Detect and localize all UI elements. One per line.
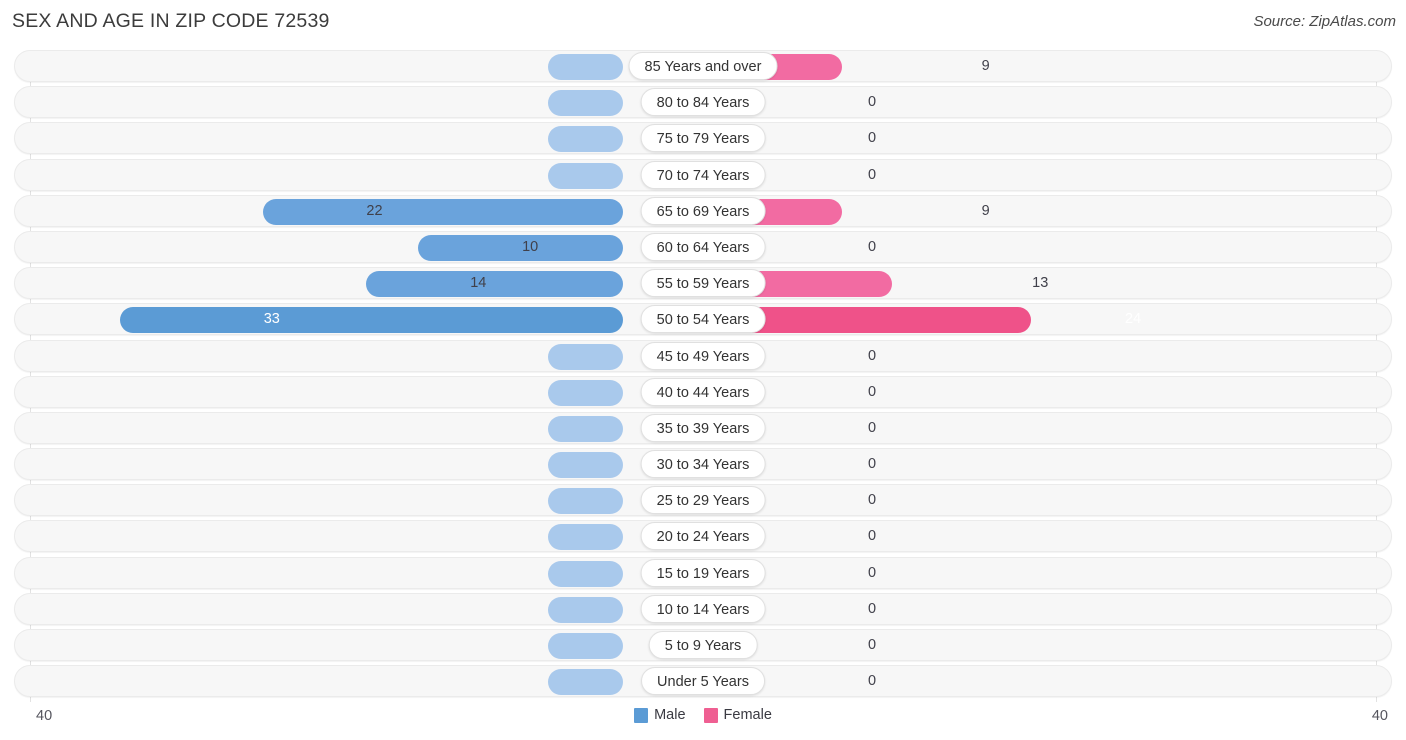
male-bar[interactable] — [366, 271, 623, 298]
female-value-label: 0 — [868, 238, 877, 255]
page-title: SEX AND AGE IN ZIP CODE 72539 — [12, 10, 330, 32]
age-group-label: 85 Years and over — [628, 52, 778, 80]
female-value-label: 0 — [868, 419, 877, 436]
age-group-row[interactable]: 0015 to 19 Years — [14, 556, 1392, 589]
female-value-label: 13 — [1032, 275, 1049, 292]
legend-label-female: Female — [723, 707, 772, 723]
pyramid-plot: 0 9 85 Years and over 0 0 80 to 84 Years 0 0 75 … — [0, 50, 1406, 702]
age-group-label: 10 to 14 Years — [640, 594, 766, 623]
male-bar[interactable] — [548, 560, 623, 587]
age-group-row[interactable]: 0080 to 84 Years — [14, 86, 1392, 119]
age-group-label: 70 to 74 Years — [640, 160, 766, 189]
age-group-label: 65 to 69 Years — [640, 196, 766, 225]
age-group-row[interactable]: 00Under 5 Years — [14, 665, 1392, 698]
age-group-label: 45 to 49 Years — [640, 341, 766, 370]
age-group-row[interactable]: 33 24 50 to 54 Years — [14, 303, 1392, 336]
age-group-label: 35 to 39 Years — [640, 413, 766, 442]
age-group-row[interactable]: 10 0 60 to 64 Years — [14, 230, 1392, 263]
age-group-row[interactable]: 0075 to 79 Years — [14, 122, 1392, 155]
female-value-label: 0 — [868, 94, 877, 111]
age-group-row[interactable]: 0010 to 14 Years — [14, 592, 1392, 625]
age-group-row[interactable]: 0070 to 74 Years — [14, 158, 1392, 191]
age-group-label: 25 to 29 Years — [640, 486, 766, 515]
female-value-label: 0 — [868, 383, 877, 400]
age-group-row[interactable]: 22 9 65 to 69 Years — [14, 194, 1392, 227]
legend: Male Female — [0, 707, 1406, 723]
age-group-label: 60 to 64 Years — [640, 232, 766, 261]
legend-swatch-male-icon — [634, 707, 649, 723]
female-value-label: 0 — [868, 637, 877, 653]
male-value-label: 22 — [366, 202, 383, 219]
male-bar[interactable] — [548, 415, 623, 442]
male-bar[interactable] — [548, 90, 623, 117]
age-group-label: 5 to 9 Years — [648, 631, 758, 659]
age-group-row[interactable]: 0045 to 49 Years — [14, 339, 1392, 372]
age-group-label: 40 to 44 Years — [640, 377, 766, 406]
legend-item-male[interactable]: Male — [634, 707, 686, 723]
female-value-label: 0 — [868, 347, 877, 364]
legend-item-female[interactable]: Female — [703, 707, 772, 723]
male-bar[interactable] — [548, 596, 623, 623]
age-group-row[interactable]: 005 to 9 Years — [14, 629, 1392, 661]
female-value-label: 9 — [981, 58, 990, 74]
legend-label-male: Male — [654, 707, 686, 723]
male-bar[interactable] — [262, 198, 623, 225]
male-value-label: 14 — [470, 275, 487, 292]
age-group-label: Under 5 Years — [641, 667, 765, 696]
male-bar[interactable] — [548, 54, 623, 80]
female-value-label: 0 — [868, 492, 877, 509]
age-group-row[interactable]: 0025 to 29 Years — [14, 484, 1392, 517]
male-bar[interactable] — [548, 379, 623, 406]
chart-page: SEX AND AGE IN ZIP CODE 72539 Source: Zi… — [0, 0, 1406, 740]
female-value-label: 0 — [868, 130, 877, 147]
female-value-label: 0 — [868, 673, 877, 690]
female-value-label: 0 — [868, 456, 877, 473]
male-bar[interactable] — [548, 488, 623, 515]
male-value-label: 33 — [263, 311, 280, 328]
male-bar[interactable] — [548, 524, 623, 551]
chart-header: SEX AND AGE IN ZIP CODE 72539 Source: Zi… — [0, 0, 1406, 46]
age-group-label: 75 to 79 Years — [640, 124, 766, 153]
age-group-row[interactable]: 0030 to 34 Years — [14, 448, 1392, 481]
male-bar[interactable] — [548, 633, 623, 659]
age-group-row[interactable]: 0035 to 39 Years — [14, 411, 1392, 444]
chart-footer: 40 40 Male Female — [0, 700, 1406, 740]
male-bar[interactable] — [548, 452, 623, 479]
age-group-label: 55 to 59 Years — [640, 269, 766, 298]
legend-swatch-female-icon — [703, 707, 718, 723]
male-bar[interactable] — [548, 669, 623, 696]
age-group-label: 15 to 19 Years — [640, 558, 766, 587]
female-value-label: 9 — [981, 202, 990, 219]
female-value-label: 0 — [868, 528, 877, 545]
source-attribution: Source: ZipAtlas.com — [1253, 13, 1396, 30]
age-group-row[interactable]: 14 13 55 to 59 Years — [14, 267, 1392, 300]
male-bar[interactable] — [548, 343, 623, 370]
female-value-label: 0 — [868, 600, 877, 617]
male-value-label: 10 — [522, 238, 539, 255]
female-value-label: 0 — [868, 166, 877, 183]
male-bar[interactable] — [418, 234, 623, 261]
age-group-label: 50 to 54 Years — [640, 305, 766, 334]
age-group-row[interactable]: 0020 to 24 Years — [14, 520, 1392, 553]
female-value-label: 0 — [868, 564, 877, 581]
male-bar[interactable] — [119, 307, 623, 334]
age-group-row[interactable]: 0040 to 44 Years — [14, 375, 1392, 408]
male-bar[interactable] — [548, 126, 623, 153]
female-value-label: 24 — [1125, 311, 1142, 328]
age-group-label: 80 to 84 Years — [640, 88, 766, 117]
male-bar[interactable] — [548, 162, 623, 189]
age-group-label: 30 to 34 Years — [640, 450, 766, 479]
age-group-label: 20 to 24 Years — [640, 522, 766, 551]
age-group-row[interactable]: 0985 Years and over — [14, 50, 1392, 82]
